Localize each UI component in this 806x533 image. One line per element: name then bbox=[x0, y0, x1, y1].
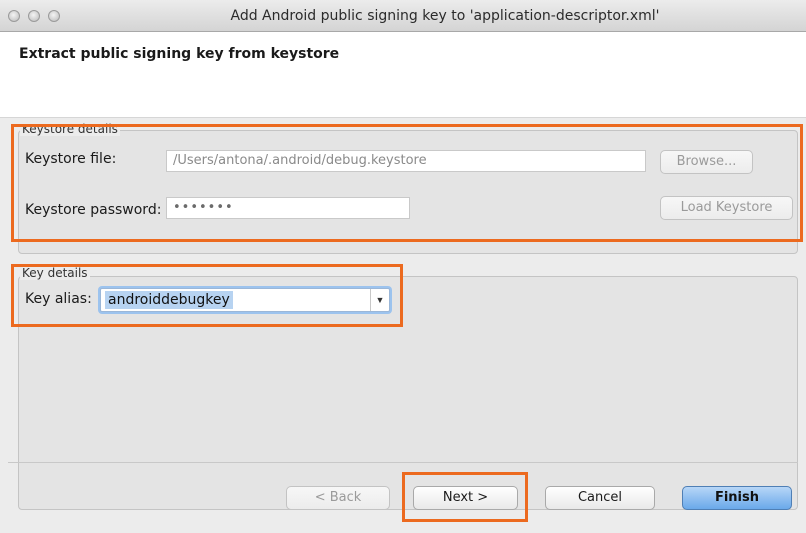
key-alias-label: Key alias: bbox=[25, 291, 92, 307]
keystore-password-field[interactable]: ••••••• bbox=[166, 197, 410, 219]
key-alias-dropdown[interactable]: androiddebugkey ▼ bbox=[100, 288, 390, 312]
page-title: Extract public signing key from keystore bbox=[19, 46, 340, 62]
back-button[interactable]: < Back bbox=[286, 486, 390, 510]
keystore-file-label: Keystore file: bbox=[25, 151, 117, 167]
key-alias-value: androiddebugkey bbox=[105, 291, 233, 309]
load-keystore-button[interactable]: Load Keystore bbox=[660, 196, 793, 220]
keystore-password-label: Keystore password: bbox=[25, 202, 162, 218]
wizard-header: Extract public signing key from keystore bbox=[0, 32, 806, 118]
title-bar: Add Android public signing key to 'appli… bbox=[0, 0, 806, 32]
button-bar-divider bbox=[8, 462, 798, 463]
cancel-button[interactable]: Cancel bbox=[545, 486, 655, 510]
next-button[interactable]: Next > bbox=[413, 486, 518, 510]
browse-button[interactable]: Browse... bbox=[660, 150, 753, 174]
keystore-file-field[interactable]: /Users/antona/.android/debug.keystore bbox=[166, 150, 646, 172]
keystore-details-group bbox=[18, 130, 798, 254]
window-title: Add Android public signing key to 'appli… bbox=[230, 8, 660, 24]
chevron-down-icon[interactable]: ▼ bbox=[370, 289, 389, 311]
wizard-content: Keystore details Keystore file: /Users/a… bbox=[0, 118, 806, 533]
finish-button[interactable]: Finish bbox=[682, 486, 792, 510]
keystore-details-legend: Keystore details bbox=[20, 122, 120, 136]
key-details-legend: Key details bbox=[20, 266, 90, 280]
